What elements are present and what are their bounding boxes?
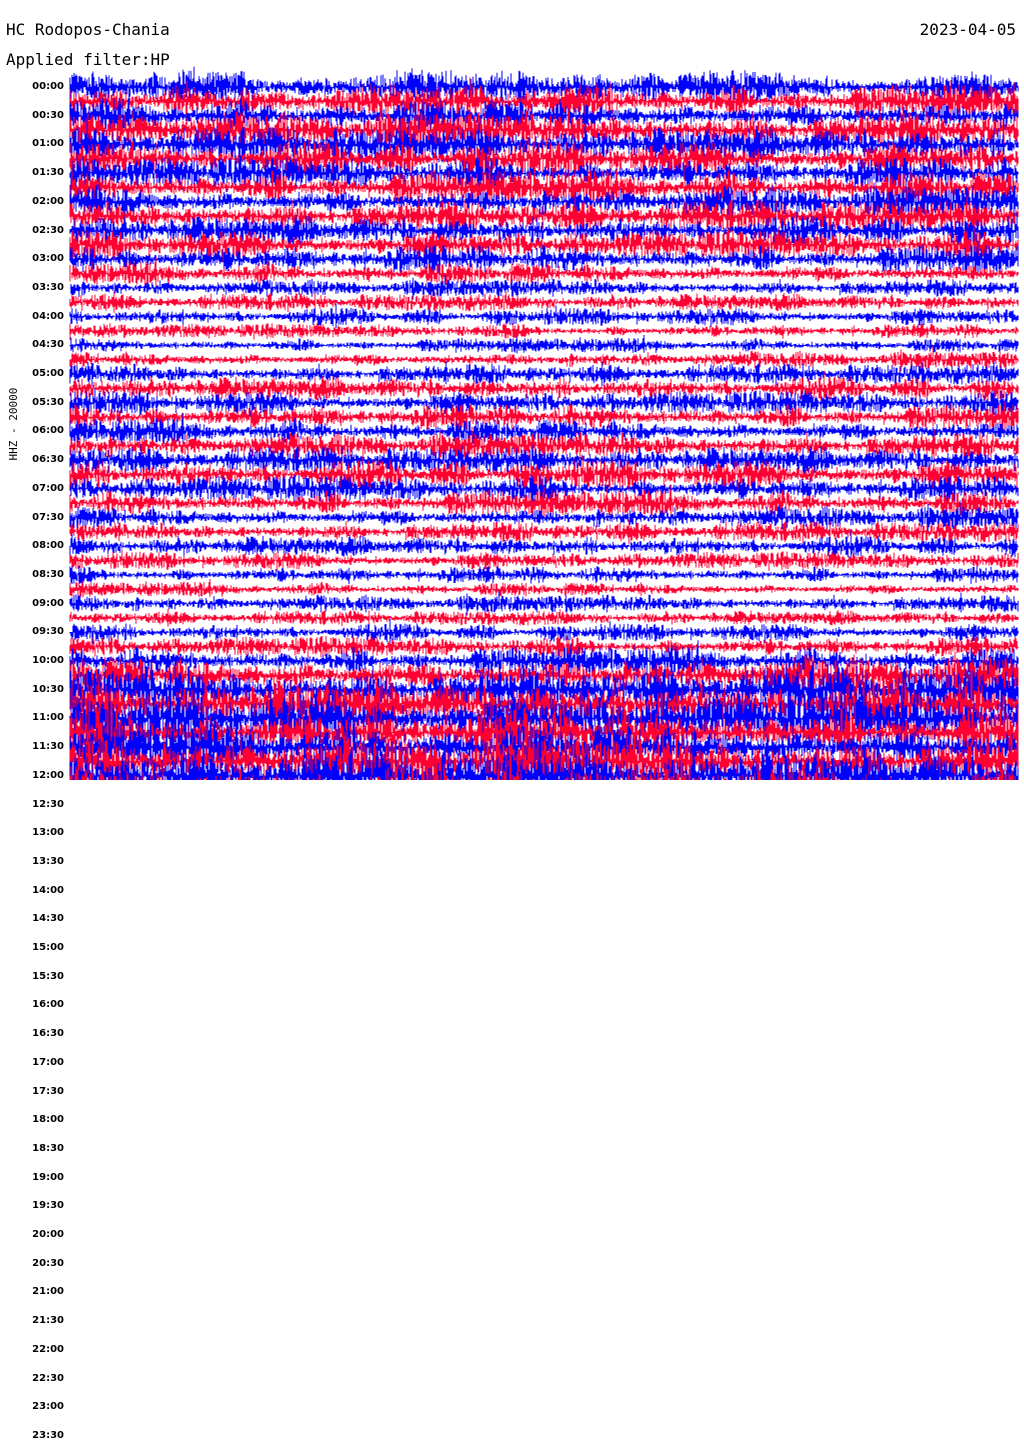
tick-label: 10:30 — [32, 683, 64, 695]
tick-label: 22:30 — [32, 1372, 64, 1384]
tick-label: 08:00 — [32, 540, 64, 552]
y-axis-label: HHZ - 20000 — [7, 387, 20, 461]
tick-label: 15:30 — [32, 970, 64, 982]
helicorder-chart: HC Rodopos-Chania Applied filter:HP 2023… — [0, 0, 1024, 1440]
tick-label: 02:00 — [32, 195, 64, 207]
tick-label: 02:30 — [32, 224, 64, 236]
tick-label: 18:00 — [32, 1114, 64, 1126]
trace-line-0845 — [69, 578, 1019, 598]
tick-label: 14:00 — [32, 884, 64, 896]
tick-label: 22:00 — [32, 1343, 64, 1355]
tick-label: 04:00 — [32, 310, 64, 322]
tick-label: 07:00 — [32, 482, 64, 494]
tick-label: 19:00 — [32, 1171, 64, 1183]
trace-line-0400 — [69, 303, 1019, 329]
tick-label: 05:00 — [32, 368, 64, 379]
tick-label: 13:30 — [32, 855, 64, 867]
trace-line-0915 — [69, 609, 1019, 627]
tick-label: 03:30 — [32, 281, 64, 293]
tick-label: 08:30 — [32, 568, 64, 580]
tick-label: 13:00 — [32, 827, 64, 839]
trace-line-0430 — [69, 335, 1019, 354]
tick-label: 12:30 — [32, 798, 64, 810]
tick-label: 17:30 — [32, 1085, 64, 1097]
tick-label: 16:00 — [32, 999, 64, 1011]
tick-label: 00:00 — [32, 81, 64, 92]
tick-label: 19:30 — [32, 1200, 64, 1212]
tick-label: 09:30 — [32, 626, 64, 638]
trace-line-0830 — [69, 565, 1019, 585]
trace-line-0415 — [69, 323, 1019, 340]
tick-label: 11:30 — [32, 741, 64, 753]
tick-label: 23:00 — [32, 1401, 64, 1413]
tick-label: 21:30 — [32, 1315, 64, 1327]
tick-label: 01:00 — [32, 138, 64, 150]
tick-label: 16:30 — [32, 1028, 64, 1040]
tick-label: 04:30 — [32, 339, 64, 351]
tick-label: 20:00 — [32, 1229, 64, 1240]
tick-label: 11:00 — [32, 712, 64, 724]
tick-label: 12:00 — [32, 769, 64, 781]
tick-label: 21:00 — [32, 1286, 64, 1298]
tick-label: 10:00 — [32, 655, 64, 666]
trace-line-0445 — [69, 346, 1019, 372]
trace-line-0745 — [69, 519, 1019, 545]
seismogram-traces — [69, 66, 1019, 780]
tick-label: 18:30 — [32, 1142, 64, 1154]
tick-label: 00:30 — [32, 109, 64, 121]
trace-line-0345 — [69, 291, 1019, 313]
tick-label: 23:30 — [32, 1429, 64, 1441]
tick-label: 09:00 — [32, 597, 64, 609]
tick-label: 15:00 — [32, 942, 64, 953]
filter-subtitle: Applied filter:HP — [6, 50, 170, 69]
tick-label: 17:00 — [32, 1056, 64, 1068]
station-title: HC Rodopos-Chania — [6, 20, 170, 39]
tick-label: 03:00 — [32, 253, 64, 265]
tick-label: 14:30 — [32, 913, 64, 925]
tick-label: 07:30 — [32, 511, 64, 523]
tick-label: 01:30 — [32, 167, 64, 179]
date-label: 2023-04-05 — [919, 20, 1016, 39]
tick-label: 20:30 — [32, 1257, 64, 1269]
